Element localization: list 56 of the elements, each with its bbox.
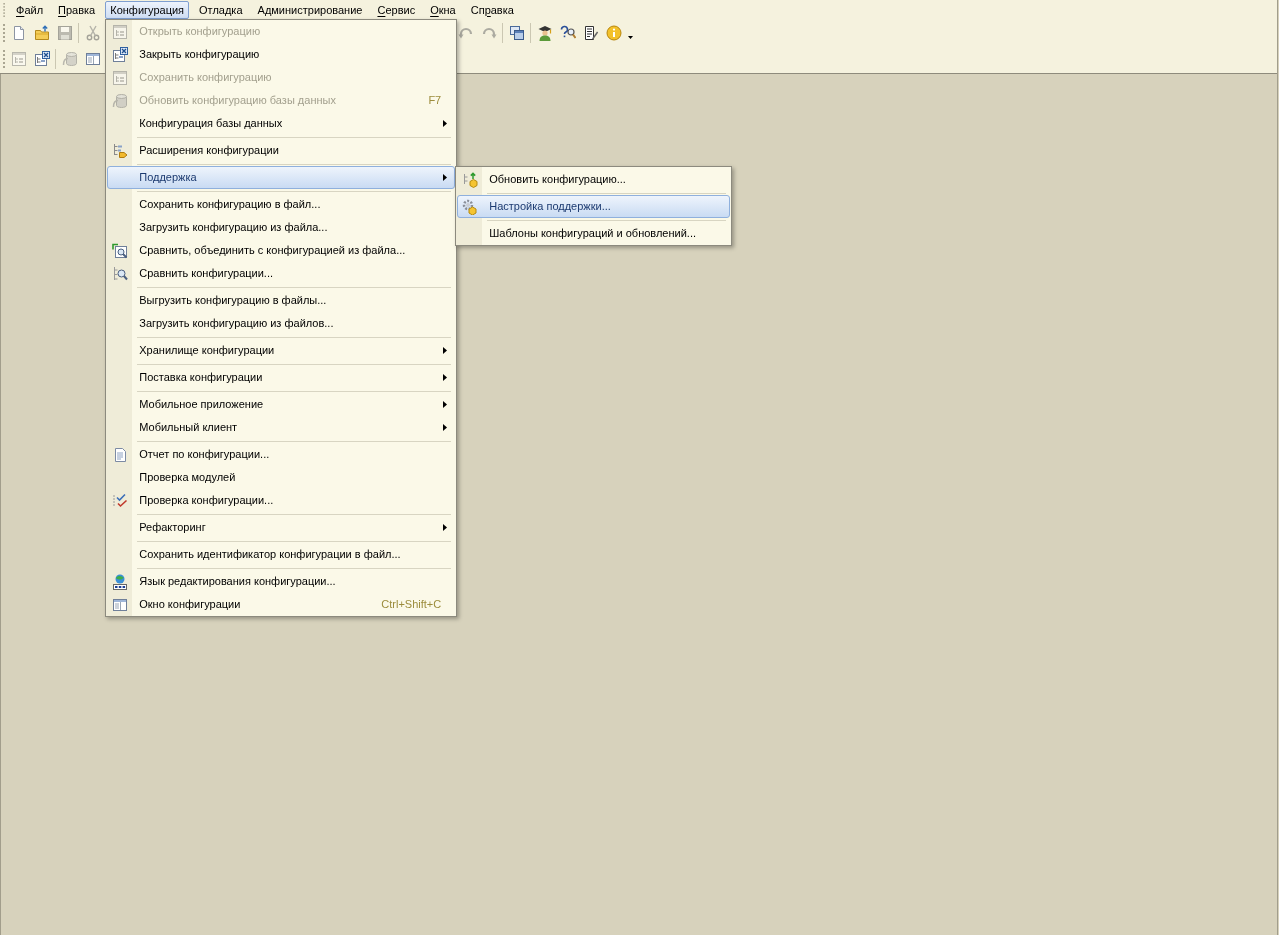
magnifier-tree-icon [111, 265, 128, 282]
menu-item[interactable]: Расширения конфигурации [107, 139, 456, 162]
question-magnifier-icon[interactable] [559, 25, 576, 41]
menu-item[interactable]: Загрузить конфигурацию из файлов... [107, 312, 456, 335]
menubar-item[interactable]: Окна [425, 1, 461, 19]
menu-item[interactable]: Отчет по конфигурации... [107, 443, 456, 466]
folder-icon[interactable] [33, 25, 50, 41]
gear-box-icon [461, 198, 478, 215]
shortcut-label: F7 [427, 93, 442, 109]
tree-window-icon [111, 23, 128, 40]
menu-item[interactable]: Конфигурация базы данных [107, 112, 456, 135]
grip-icon[interactable] [3, 50, 6, 68]
grip-icon[interactable] [3, 24, 6, 42]
menu-item[interactable]: Окно конфигурации Ctrl+Shift+C [107, 593, 456, 616]
menu-item[interactable]: Выгрузить конфигурацию в файлы... [107, 289, 456, 312]
caret-icon[interactable] [627, 36, 633, 39]
box-arrow-icon [461, 171, 478, 188]
menu-item[interactable]: Сохранить идентификатор конфигурации в файл... [107, 543, 456, 566]
tree-window-icon [111, 69, 128, 86]
menu-item[interactable]: Шаблоны конфигураций и обновлений... [457, 222, 731, 245]
menu-item[interactable]: Загрузить конфигурацию из файла... [107, 216, 456, 239]
menu-item[interactable]: Мобильное приложение [107, 393, 456, 416]
menubar-item[interactable]: Отладка [194, 1, 248, 19]
menubar-item[interactable]: Справка [465, 1, 519, 19]
menu-item[interactable]: Сохранить конфигурацию в файл... [107, 193, 456, 216]
database-icon [111, 92, 128, 109]
menu-item[interactable]: Обновить конфигурацию... [457, 168, 731, 191]
menubar-item[interactable]: Конфигурация [105, 1, 190, 19]
window-x-icon [111, 46, 128, 63]
menu-item[interactable]: Проверка конфигурации... [107, 489, 456, 512]
grip-icon[interactable] [3, 3, 6, 17]
checkmarks-icon [111, 492, 128, 509]
menu-item[interactable]: Поставка конфигурации [107, 366, 456, 389]
menu-item[interactable]: Мобильный клиент [107, 416, 456, 439]
menu-item[interactable]: Язык редактирования конфигурации... [107, 570, 456, 593]
info-icon[interactable] [605, 25, 622, 41]
menubar-item[interactable]: Администрирование [252, 1, 368, 19]
menubar-item[interactable]: Сервис [372, 1, 421, 19]
overlapping-windows-icon[interactable] [508, 25, 525, 41]
table-window-icon[interactable] [84, 51, 101, 67]
menu-item[interactable]: Хранилище конфигурации [107, 339, 456, 362]
menu-item[interactable]: Рефакторинг [107, 516, 456, 539]
table-window-icon [111, 596, 128, 613]
shortcut-label: Ctrl+Shift+C [380, 597, 442, 613]
menubar-item[interactable]: Файл [11, 1, 49, 19]
menu-item[interactable]: Настройка поддержки... [457, 195, 731, 218]
menu-item[interactable]: Закрыть конфигурацию [107, 43, 456, 66]
menu-item[interactable]: Сравнить конфигурации... [107, 262, 456, 285]
globe-icon [111, 573, 128, 590]
menu-item[interactable]: Сравнить, объединить с конфигурацией из файла... [107, 239, 456, 262]
menu-item[interactable]: Проверка модулей [107, 466, 456, 489]
menubar-item[interactable]: Правка [53, 1, 101, 19]
window-x-icon[interactable] [33, 51, 50, 67]
menu-item[interactable]: Поддержка [107, 166, 456, 189]
document-pen-icon[interactable] [582, 25, 599, 41]
tree-tag-icon [111, 142, 128, 159]
